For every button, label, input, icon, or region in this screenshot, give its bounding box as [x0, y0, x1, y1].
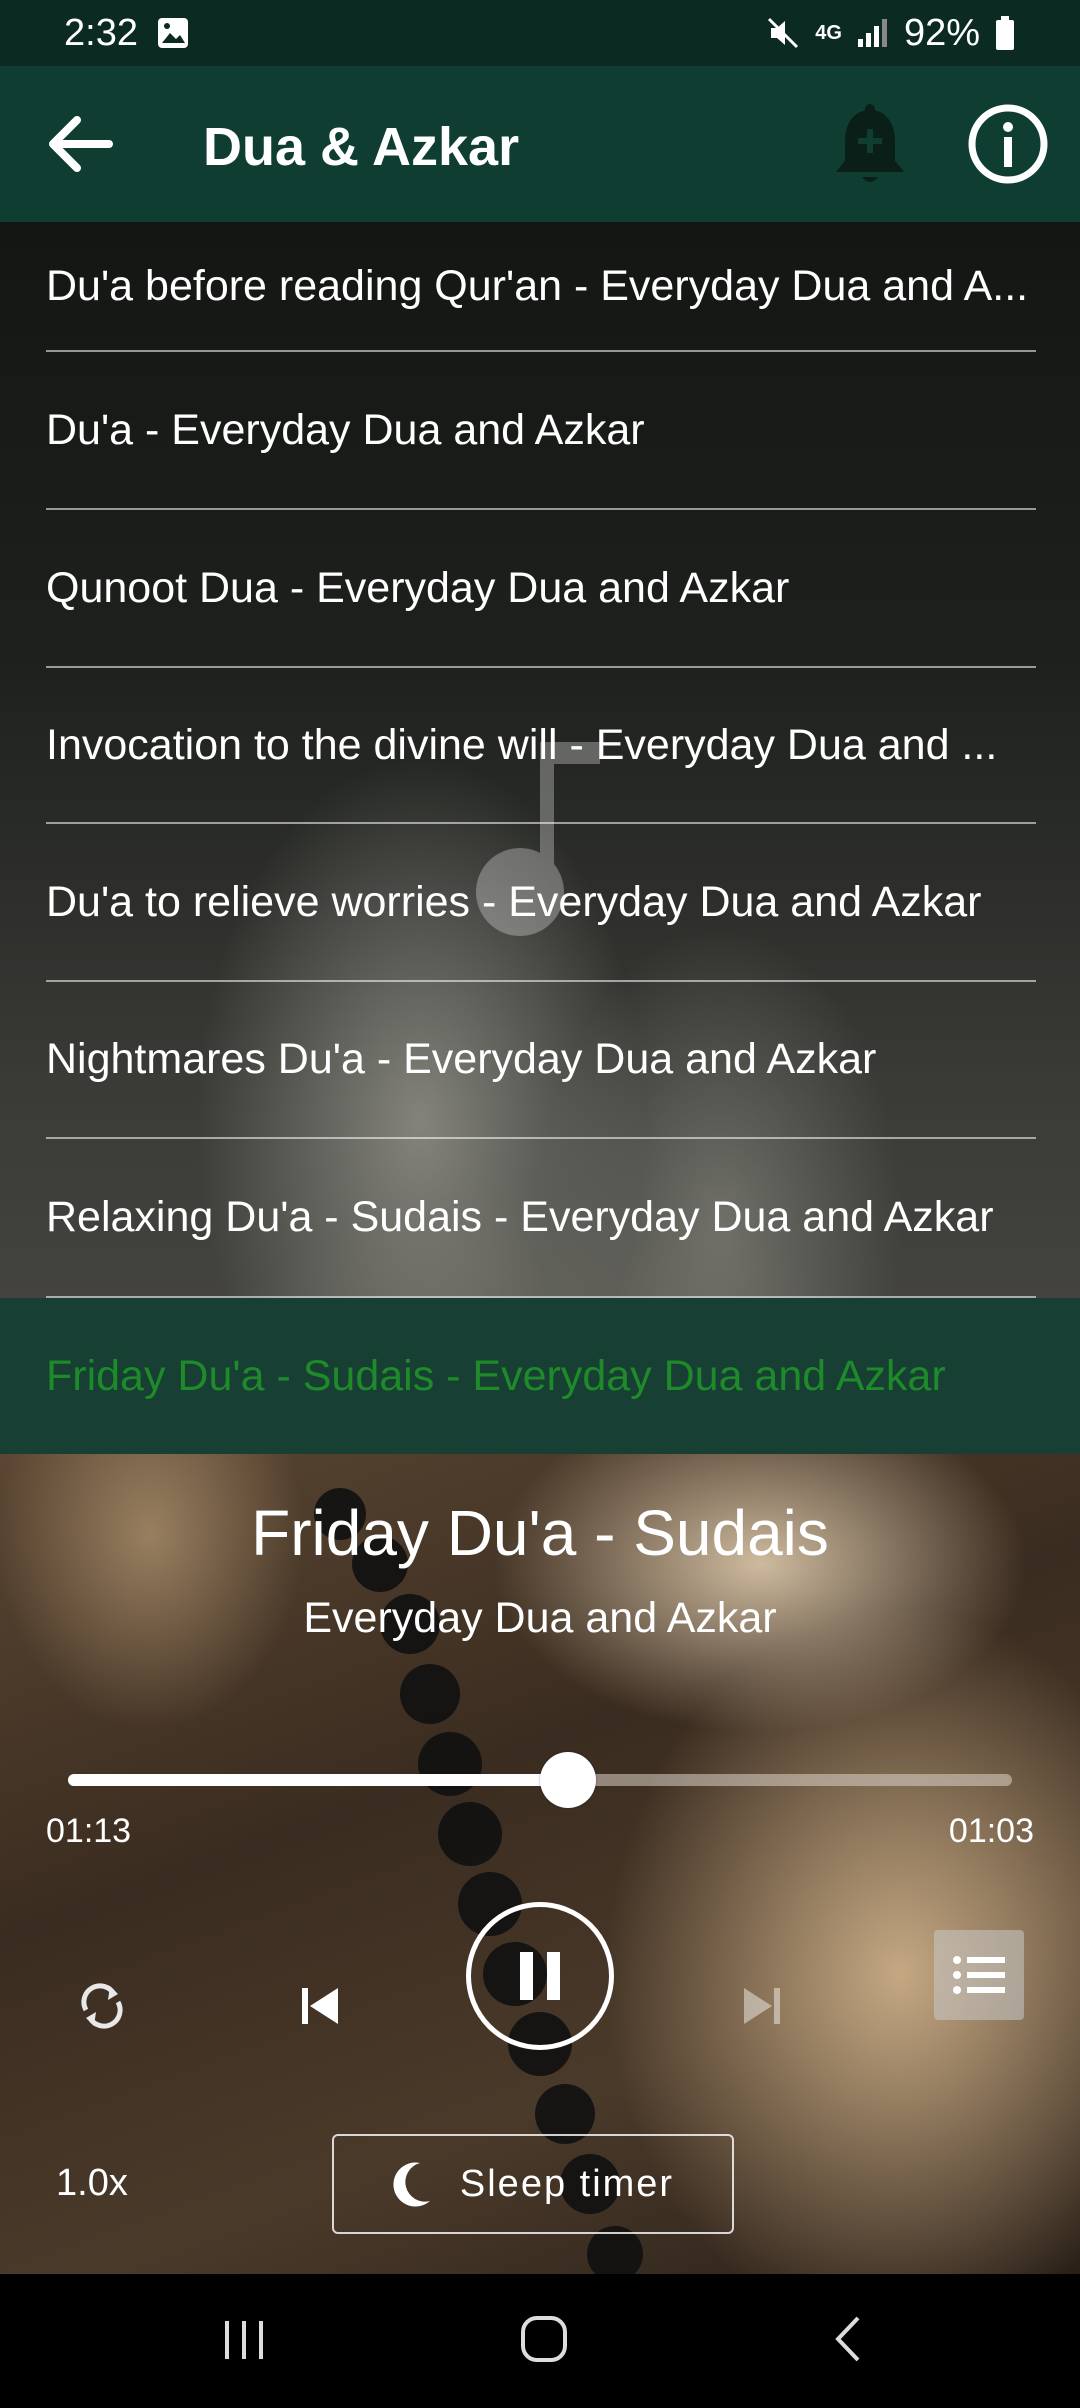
list-item[interactable]: Du'a before reading Qur'an - Everyday Du… [46, 222, 1036, 352]
list-item[interactable]: Nightmares Du'a - Everyday Dua and Azkar [46, 982, 1036, 1139]
gallery-notification-icon [156, 16, 190, 50]
track-label: Relaxing Du'a - Sudais - Everyday Dua an… [46, 1193, 994, 1241]
list-item-active[interactable]: Friday Du'a - Sudais - Everyday Dua and … [0, 1298, 1080, 1454]
player: Friday Du'a - Sudais Everyday Dua and Az… [0, 1454, 1080, 2274]
status-time: 2:32 [64, 11, 138, 54]
seek-bar-thumb[interactable] [540, 1752, 597, 1808]
mute-icon [765, 15, 801, 51]
seek-bar-progress [68, 1774, 569, 1786]
add-reminder-button[interactable] [830, 102, 910, 190]
pause-button[interactable] [466, 1902, 614, 2050]
home-icon [521, 2316, 567, 2362]
info-icon [968, 104, 1048, 184]
sleep-timer-button[interactable]: Sleep timer [332, 2134, 734, 2234]
track-label: Qunoot Dua - Everyday Dua and Azkar [46, 563, 790, 612]
list-item[interactable]: Invocation to the divine will - Everyday… [46, 668, 1036, 824]
track-label: Du'a - Everyday Dua and Azkar [46, 405, 645, 454]
network-type: 4G [815, 21, 842, 44]
track-label-active: Friday Du'a - Sudais - Everyday Dua and … [46, 1351, 946, 1400]
list-item[interactable]: Qunoot Dua - Everyday Dua and Azkar [46, 510, 1036, 668]
status-right: 4G 92% [765, 12, 1016, 55]
nav-back-button[interactable] [808, 2304, 888, 2374]
arrow-back-icon [49, 116, 113, 172]
list-item[interactable]: Du'a to relieve worries - Everyday Dua a… [46, 824, 1036, 982]
pause-icon [520, 1952, 560, 2000]
track-label: Du'a before reading Qur'an - Everyday Du… [46, 261, 1029, 310]
seek-bar[interactable] [68, 1752, 1012, 1808]
time-elapsed: 01:13 [46, 1812, 132, 1850]
playlist-button[interactable] [934, 1930, 1024, 2020]
chevron-left-icon [835, 2316, 860, 2362]
moon-icon [393, 2162, 430, 2207]
home-button[interactable] [504, 2304, 584, 2374]
track-label: Du'a to relieve worries - Everyday Dua a… [46, 877, 982, 926]
battery-icon [994, 15, 1016, 51]
recent-apps-icon [225, 2321, 263, 2359]
playlist: Du'a before reading Qur'an - Everyday Du… [0, 222, 1080, 1454]
system-nav-bar [0, 2274, 1080, 2408]
signal-icon [856, 17, 890, 49]
status-bar: 2:32 4G 92% [0, 0, 1080, 66]
playlist-icon [953, 1956, 1005, 1994]
app-bar: Dua & Azkar [0, 66, 1080, 222]
playback-speed[interactable]: 1.0x [56, 2162, 128, 2205]
track-label: Invocation to the divine will - Everyday… [46, 720, 998, 769]
battery-percent: 92% [903, 11, 980, 54]
previous-button[interactable] [280, 1966, 360, 2046]
recent-apps-button[interactable] [204, 2304, 284, 2374]
page-title: Dua & Azkar [203, 117, 520, 177]
sleep-timer-label: Sleep timer [459, 2162, 675, 2205]
now-playing-artist: Everyday Dua and Azkar [303, 1594, 777, 1642]
back-button[interactable] [44, 108, 116, 180]
list-item[interactable]: Du'a - Everyday Dua and Azkar [46, 352, 1036, 510]
skip-next-icon [744, 1988, 780, 2024]
screen: 2:32 4G 92% Dua & Azkar Du'a before read… [0, 0, 1080, 2408]
list-item[interactable]: Relaxing Du'a - Sudais - Everyday Dua an… [46, 1139, 1036, 1298]
track-label: Nightmares Du'a - Everyday Dua and Azkar [46, 1035, 877, 1083]
info-button[interactable] [966, 102, 1050, 186]
time-remaining: 01:03 [948, 1812, 1034, 1850]
repeat-button[interactable] [62, 1966, 142, 2046]
status-left: 2:32 [64, 12, 190, 55]
now-playing-title: Friday Du'a - Sudais [251, 1497, 829, 1569]
bell-plus-icon [835, 104, 905, 182]
next-button[interactable] [722, 1966, 802, 2046]
repeat-icon [81, 1983, 123, 2029]
skip-previous-icon [302, 1988, 338, 2024]
